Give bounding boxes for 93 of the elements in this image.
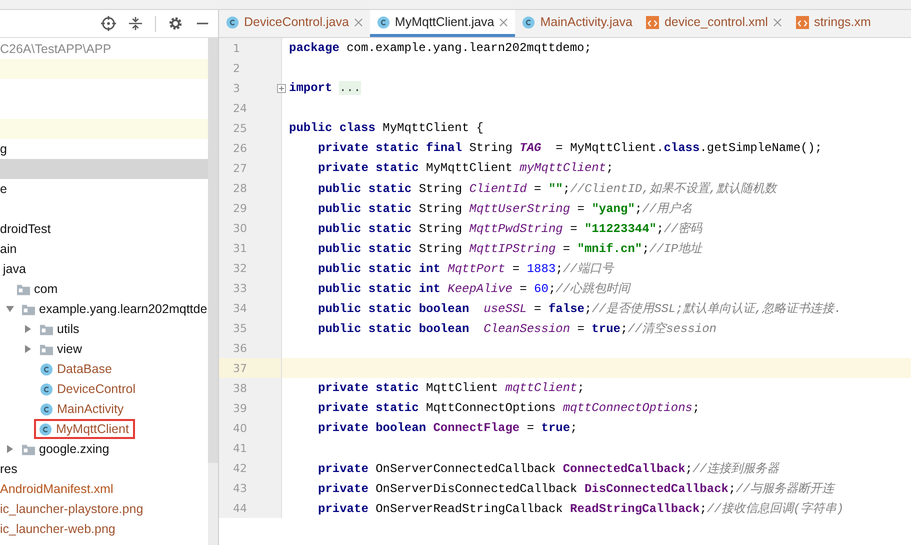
tree-item: C26A\TestAPP\APP <box>0 42 112 56</box>
expand-arrow-icon[interactable] <box>5 444 15 454</box>
close-icon[interactable] <box>499 18 508 26</box>
editor-tab[interactable]: DeviceControl.java <box>219 10 370 37</box>
tree-item[interactable]: com <box>34 282 58 296</box>
folder-icon <box>22 302 35 316</box>
line-number: 26 <box>233 142 247 154</box>
line-number: 27 <box>233 162 247 174</box>
line-number: 34 <box>233 302 247 314</box>
close-icon[interactable] <box>772 18 782 26</box>
class-icon <box>39 422 52 436</box>
collapse-icon[interactable] <box>128 16 143 31</box>
code-line: public static String MqttUserString = "yang";//用户名 <box>318 202 693 216</box>
code-line: private OnServerDisConnectedCallback DisConnectedCallback;//与服务器断开连 <box>318 482 834 496</box>
line-number: 29 <box>233 202 247 214</box>
editor-tab[interactable]: device_control.xml <box>639 10 789 37</box>
fold-icon[interactable] <box>277 84 286 92</box>
folder-icon <box>17 282 30 296</box>
code-line: public static boolean useSSL = false;//是否使用SSL;默认单向认证,忽略证书连接. <box>318 302 842 316</box>
editor-tab[interactable]: strings.xm <box>788 10 878 37</box>
folder-icon <box>40 342 53 356</box>
line-number: 24 <box>233 102 247 114</box>
expand-arrow-icon[interactable] <box>5 304 15 314</box>
line-number: 3 <box>233 82 240 94</box>
class-icon <box>40 402 53 416</box>
folder-icon <box>40 322 53 336</box>
code-line: private boolean ConnectFlage = true; <box>318 421 578 435</box>
class-icon <box>376 16 390 28</box>
code-line: public class MyMqttClient { <box>289 121 484 135</box>
line-number: 36 <box>233 342 247 354</box>
code-line: private OnServerConnectedCallback ConnectedCallback;//连接到服务器 <box>318 462 779 476</box>
tree-item[interactable]: java <box>3 262 26 276</box>
class-icon <box>522 16 536 28</box>
line-number: 41 <box>233 442 247 454</box>
line-number: 30 <box>233 222 247 234</box>
line-number: 25 <box>233 122 247 134</box>
xml-file-icon <box>646 16 660 28</box>
expand-arrow-icon[interactable] <box>23 324 33 334</box>
code-line: public static boolean CleanSession = true;//清空session <box>318 322 716 336</box>
folder-icon <box>22 442 35 456</box>
code-line: public static int KeepAlive = 60;//心跳包时间 <box>318 282 630 296</box>
code-line: private OnServerReadStringCallback ReadStringCallback;//接收信息回调(字符串) <box>318 502 844 516</box>
editor-tab[interactable]: MyMqttClient.java <box>370 10 516 37</box>
code-line: import ... <box>289 81 361 95</box>
class-icon <box>40 362 53 376</box>
xml-file-icon <box>796 16 809 28</box>
tree-item[interactable]: g <box>0 142 7 156</box>
tree-item[interactable]: ic_launcher-playstore.png <box>0 502 144 516</box>
locate-icon[interactable] <box>101 16 116 31</box>
editor-tab[interactable]: MainActivity.java <box>515 10 640 37</box>
tree-item[interactable]: res <box>0 462 18 476</box>
tree-item[interactable]: MyMqttClient <box>56 422 129 436</box>
code-line: private static MyMqttClient myMqttClient; <box>318 161 614 175</box>
tree-item[interactable]: utils <box>57 322 80 336</box>
class-icon <box>226 16 239 28</box>
settings-icon[interactable] <box>168 16 183 31</box>
line-number: 28 <box>233 182 247 194</box>
code-line: public static String ClientId = "";//ClientID,如果不设置,默认随机数 <box>318 182 776 196</box>
line-number: 35 <box>233 322 247 334</box>
line-number: 38 <box>233 382 247 394</box>
line-number: 44 <box>233 502 247 514</box>
tree-item[interactable]: e <box>0 182 7 196</box>
line-number: 43 <box>233 482 247 494</box>
expand-arrow-icon[interactable] <box>23 344 33 354</box>
code-line: public static String MqttIPString = "mnif.cn";//IP地址 <box>318 242 702 256</box>
code-line: private static final String TAG = MyMqttClient.class.getSimpleName(); <box>318 141 822 155</box>
scrollbar-thumb[interactable] <box>208 38 218 463</box>
class-icon <box>40 382 53 396</box>
tree-item[interactable]: droidTest <box>0 222 51 236</box>
code-line: private static MqttConnectOptions mqttConnectOptions; <box>318 401 700 415</box>
line-number: 37 <box>233 362 247 374</box>
tree-item[interactable]: view <box>57 342 82 356</box>
tree-item[interactable]: AndroidManifest.xml <box>0 482 114 496</box>
line-number: 31 <box>233 242 247 254</box>
code-line: public static int MqttPort = 1883;//端口号 <box>318 262 614 276</box>
code-line: public static String MqttPwdString = "11223344";//密码 <box>318 222 702 236</box>
tree-item[interactable]: google.zxing <box>39 442 110 456</box>
code-line: package com.example.yang.learn202mqttdemo; <box>289 41 592 55</box>
line-number: 2 <box>233 62 240 74</box>
tree-item[interactable]: MainActivity <box>57 402 124 416</box>
line-number: 32 <box>233 262 247 274</box>
line-number: 33 <box>233 282 247 294</box>
line-number: 40 <box>233 422 247 434</box>
line-number: 1 <box>233 42 240 54</box>
tree-item[interactable]: DataBase <box>57 362 112 376</box>
tree-item[interactable]: ic_launcher-web.png <box>0 522 116 536</box>
tree-item[interactable]: example.yang.learn202mqttde <box>39 302 208 316</box>
line-number: 39 <box>233 402 247 414</box>
close-icon[interactable] <box>354 18 363 26</box>
tree-item[interactable]: DeviceControl <box>57 382 136 396</box>
line-number: 42 <box>233 462 247 474</box>
tree-item[interactable]: ain <box>0 242 17 256</box>
code-line: private static MqttClient mqttClient; <box>318 381 584 395</box>
